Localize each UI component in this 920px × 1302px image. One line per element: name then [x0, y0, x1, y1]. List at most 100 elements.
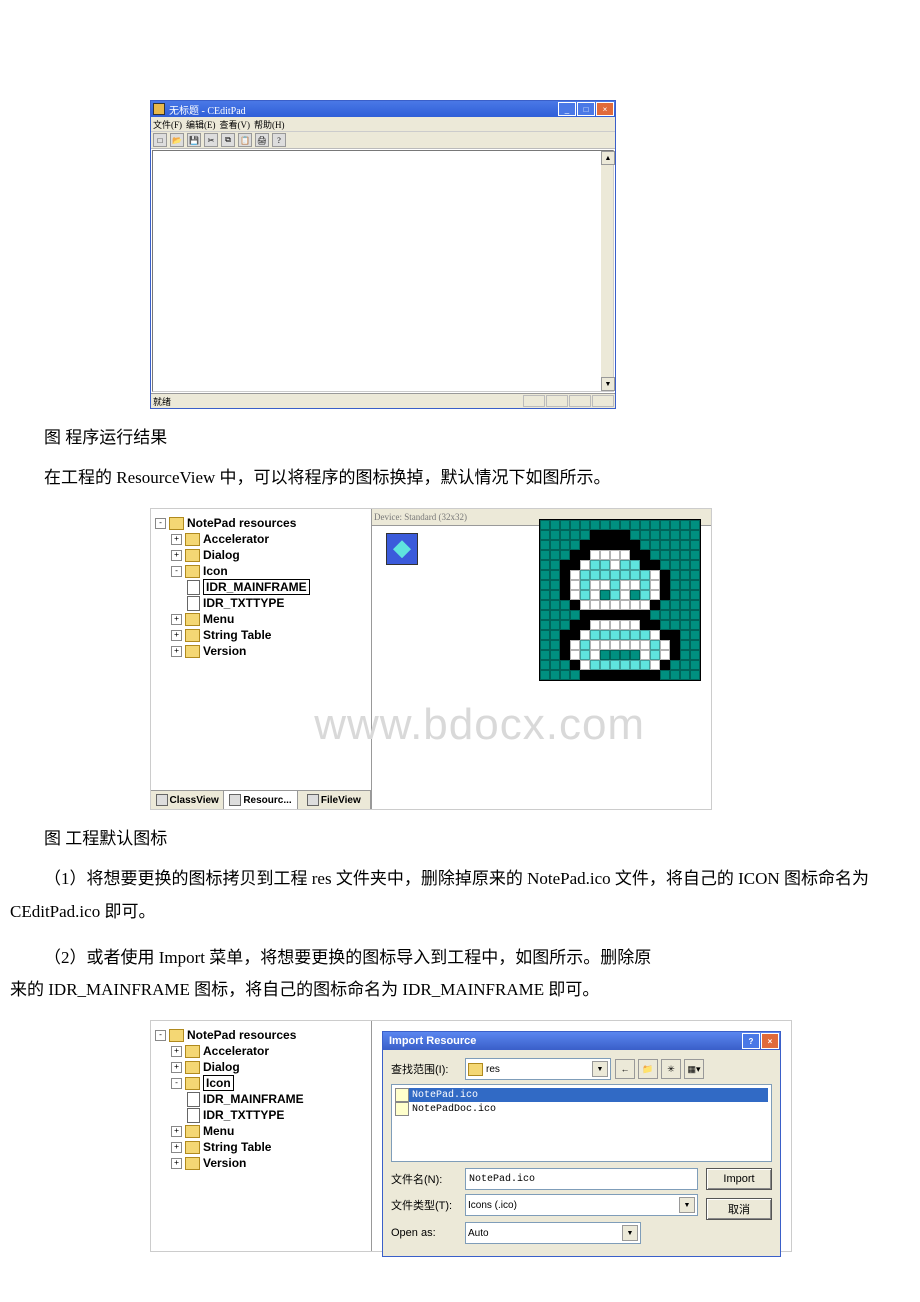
tree-txttype[interactable]: IDR_TXTTYPE: [203, 1108, 284, 1122]
new-icon[interactable]: □: [153, 133, 167, 147]
tree-accelerator[interactable]: Accelerator: [203, 1044, 269, 1058]
folder-icon: [185, 629, 200, 642]
expander-icon[interactable]: +: [171, 646, 182, 657]
filetype-combo[interactable]: Icons (.ico)▼: [465, 1194, 698, 1216]
statusbar: 就绪: [151, 393, 615, 408]
print-icon[interactable]: 🖨: [255, 133, 269, 147]
tab-classview-label: ClassView: [170, 795, 219, 806]
expander-icon[interactable]: +: [171, 534, 182, 545]
import-resource-dialog: Import Resource ? × 查找范围(I): res ▼ ←: [382, 1031, 781, 1257]
expander-icon[interactable]: +: [171, 1142, 182, 1153]
open-icon[interactable]: 📂: [170, 133, 184, 147]
tree-menu[interactable]: Menu: [203, 1124, 234, 1138]
expander-icon[interactable]: +: [171, 550, 182, 561]
scroll-down-icon[interactable]: ▼: [601, 377, 615, 391]
file-name: NotePadDoc.ico: [412, 1104, 496, 1115]
folder-icon: [185, 1125, 200, 1138]
list-item[interactable]: NotePad.ico: [395, 1088, 768, 1102]
paste-icon[interactable]: 📋: [238, 133, 252, 147]
resourceview-icon: [229, 794, 241, 806]
expander-icon[interactable]: +: [171, 1046, 182, 1057]
folder-open-icon: [169, 1029, 184, 1042]
tree-mainframe[interactable]: IDR_MAINFRAME: [203, 579, 310, 595]
status-ready: 就绪: [153, 395, 171, 408]
import-button[interactable]: Import: [706, 1168, 772, 1190]
lookin-value: res: [486, 1064, 500, 1075]
file-icon: [395, 1102, 409, 1116]
minimize-button[interactable]: _: [558, 102, 576, 116]
file-icon: [395, 1088, 409, 1102]
folder-icon: [185, 1157, 200, 1170]
filename-input[interactable]: NotePad.ico: [465, 1168, 698, 1190]
device-label: Device: Standard (32x32): [374, 512, 467, 522]
tab-resourceview[interactable]: Resourc...: [224, 791, 297, 809]
folder-icon: [185, 1061, 200, 1074]
classview-icon: [156, 794, 168, 806]
page-icon: [187, 580, 200, 595]
tree-root[interactable]: NotePad resources: [187, 516, 296, 530]
expander-icon[interactable]: +: [171, 614, 182, 625]
help-icon[interactable]: ?: [272, 133, 286, 147]
menu-file[interactable]: 文件(F): [153, 118, 182, 131]
tree-version[interactable]: Version: [203, 1156, 246, 1170]
new-folder-icon[interactable]: ✳: [661, 1059, 681, 1079]
tree-dialog[interactable]: Dialog: [203, 548, 240, 562]
caption-2: 图 工程默认图标: [10, 824, 910, 849]
cancel-button[interactable]: 取消: [706, 1198, 772, 1220]
openas-combo[interactable]: Auto▼: [465, 1222, 641, 1244]
views-icon[interactable]: ▦▾: [684, 1059, 704, 1079]
menu-edit[interactable]: 编辑(E): [186, 118, 216, 131]
resource-tree: -NotePad resources +Accelerator +Dialog …: [151, 509, 372, 809]
close-button[interactable]: ×: [596, 102, 614, 116]
expander-icon[interactable]: +: [171, 630, 182, 641]
expander-icon[interactable]: +: [171, 1126, 182, 1137]
editor-area[interactable]: ▲ ▼: [152, 150, 614, 392]
expander-icon[interactable]: -: [155, 1030, 166, 1041]
tree-menu[interactable]: Menu: [203, 612, 234, 626]
dropdown-icon[interactable]: ▼: [679, 1197, 695, 1213]
dropdown-icon[interactable]: ▼: [622, 1225, 638, 1241]
expander-icon[interactable]: +: [171, 1062, 182, 1073]
folder-open-icon: [185, 565, 200, 578]
tree-mainframe[interactable]: IDR_MAINFRAME: [203, 1092, 304, 1106]
tree-txttype[interactable]: IDR_TXTTYPE: [203, 596, 284, 610]
tree-icon[interactable]: Icon: [203, 564, 228, 578]
expander-icon[interactable]: +: [171, 1158, 182, 1169]
window-title: 无标题 - CEditPad: [169, 102, 246, 117]
tree-stringtable[interactable]: String Table: [203, 1140, 271, 1154]
expander-icon[interactable]: -: [171, 566, 182, 577]
file-listbox[interactable]: NotePad.ico NotePadDoc.ico: [391, 1084, 772, 1162]
status-pane: [569, 395, 591, 407]
maximize-button[interactable]: □: [577, 102, 595, 116]
dropdown-icon[interactable]: ▼: [592, 1061, 608, 1077]
back-button[interactable]: ←: [615, 1059, 635, 1079]
help-button[interactable]: ?: [742, 1033, 760, 1049]
expander-icon[interactable]: -: [171, 1078, 182, 1089]
tab-resourceview-label: Resourc...: [243, 795, 291, 806]
menu-view[interactable]: 查看(V): [220, 118, 251, 131]
scrollbar-vertical[interactable]: ▲ ▼: [601, 151, 613, 391]
tree-icon[interactable]: Icon: [203, 1075, 234, 1091]
tab-fileview[interactable]: FileView: [298, 791, 371, 809]
cut-icon[interactable]: ✂: [204, 133, 218, 147]
status-pane: [592, 395, 614, 407]
tree-root[interactable]: NotePad resources: [187, 1028, 296, 1042]
paragraph-2b-2: 来的 IDR_MAINFRAME 图标，将自己的图标命名为 IDR_MAINFR…: [10, 974, 910, 1006]
tree-accelerator[interactable]: Accelerator: [203, 532, 269, 546]
menu-help[interactable]: 帮助(H): [254, 118, 285, 131]
tree-stringtable[interactable]: String Table: [203, 628, 271, 642]
close-button[interactable]: ×: [761, 1033, 779, 1049]
list-item[interactable]: NotePadDoc.ico: [395, 1102, 768, 1116]
tree-dialog[interactable]: Dialog: [203, 1060, 240, 1074]
copy-icon[interactable]: ⧉: [221, 133, 235, 147]
save-icon[interactable]: 💾: [187, 133, 201, 147]
icon-editor: Device: Standard (32x32): [372, 509, 711, 809]
icon-pixel-grid[interactable]: [539, 519, 701, 681]
folder-icon: [185, 549, 200, 562]
scroll-up-icon[interactable]: ▲: [601, 151, 615, 165]
lookin-combo[interactable]: res ▼: [465, 1058, 611, 1080]
up-folder-icon[interactable]: 📁: [638, 1059, 658, 1079]
expander-icon[interactable]: -: [155, 518, 166, 529]
tab-classview[interactable]: ClassView: [151, 791, 224, 809]
tree-version[interactable]: Version: [203, 644, 246, 658]
